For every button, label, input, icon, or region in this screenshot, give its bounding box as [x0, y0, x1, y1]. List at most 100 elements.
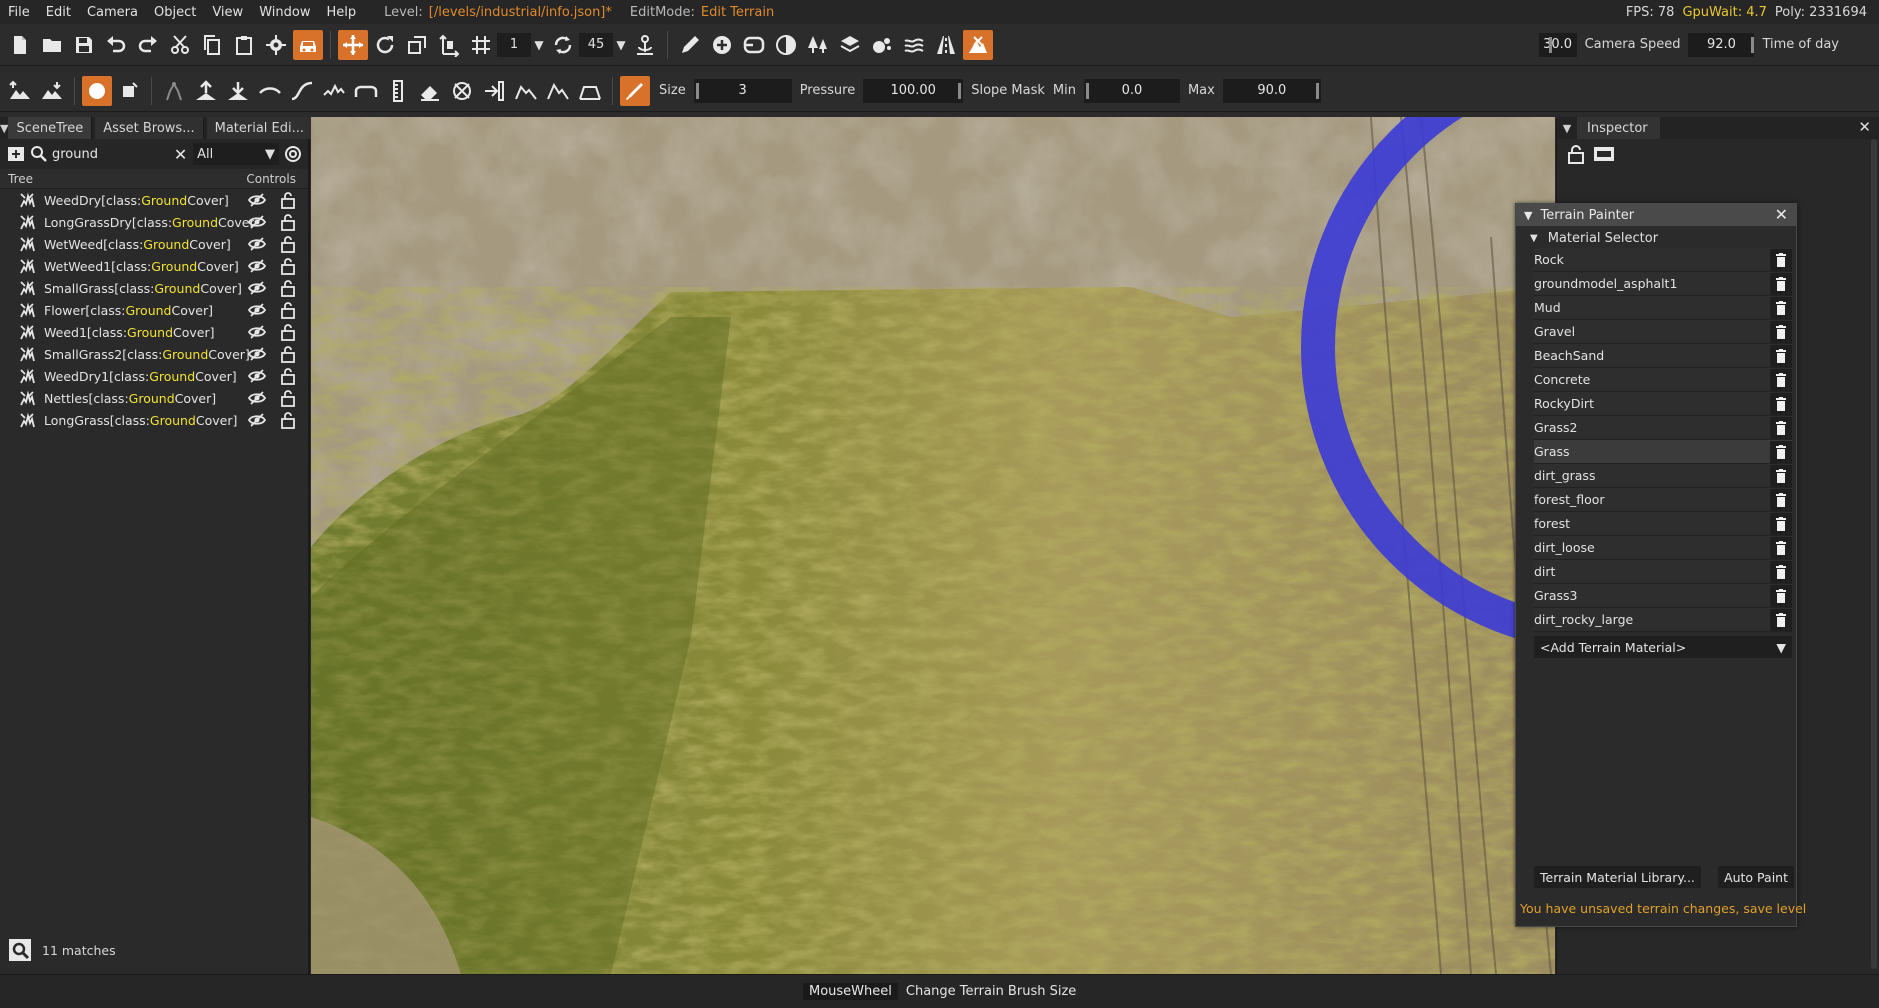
road-tool-button[interactable]	[739, 30, 769, 60]
tree-row[interactable]: WetWeed1 [class: Ground Cover]	[0, 255, 308, 277]
save-button[interactable]	[69, 30, 99, 60]
add-object-button[interactable]	[707, 30, 737, 60]
delete-material-button[interactable]	[1770, 320, 1792, 343]
cut-button[interactable]	[165, 30, 195, 60]
tree-row[interactable]: WeedDry1 [class: Ground Cover]	[0, 365, 308, 387]
material-row[interactable]: Grass3	[1534, 584, 1792, 608]
undo-button[interactable]	[101, 30, 131, 60]
material-row[interactable]: dirt_loose	[1534, 536, 1792, 560]
tree-row[interactable]: LongGrassDry [class: Ground Cover	[0, 211, 308, 233]
add-terrain-material-select[interactable]: <Add Terrain Material> ▼	[1534, 636, 1792, 658]
terrain-painter-titlebar[interactable]: ▼ Terrain Painter ✕	[1516, 204, 1796, 226]
add-group-button[interactable]	[6, 144, 25, 164]
thermal-button[interactable]	[575, 76, 605, 106]
lock-icon[interactable]	[280, 301, 296, 319]
eye-slash-icon[interactable]	[248, 213, 266, 231]
material-row[interactable]: Rock	[1534, 248, 1792, 272]
delete-material-button[interactable]	[1770, 392, 1792, 415]
delete-material-button[interactable]	[1770, 440, 1792, 463]
angle-dropdown[interactable]: ▼	[613, 33, 629, 57]
menu-object[interactable]: Object	[146, 5, 204, 20]
material-row[interactable]: Concrete	[1534, 368, 1792, 392]
noise-button[interactable]	[319, 76, 349, 106]
lock-icon[interactable]	[280, 323, 296, 341]
erode-button[interactable]	[511, 76, 541, 106]
square-brush-button[interactable]	[114, 76, 144, 106]
lock-icon[interactable]	[280, 213, 296, 231]
material-row[interactable]: groundmodel_asphalt1	[1534, 272, 1792, 296]
new-file-button[interactable]	[5, 30, 35, 60]
tab-material-editor[interactable]: Material Edi...	[206, 117, 314, 139]
vehicle-button[interactable]	[293, 29, 323, 60]
paint-material-button[interactable]	[447, 76, 477, 106]
tree-row[interactable]: SmallGrass2 [class: Ground Cover]	[0, 343, 308, 365]
delete-material-button[interactable]	[1770, 560, 1792, 583]
max-field[interactable]: 90.0	[1222, 78, 1321, 103]
menu-camera[interactable]: Camera	[79, 5, 146, 20]
grid-snap-button[interactable]	[466, 30, 496, 60]
material-row[interactable]: dirt_rocky_large	[1534, 608, 1792, 632]
close-inspector-button[interactable]: ✕	[1858, 118, 1871, 136]
copy-button[interactable]	[197, 30, 227, 60]
clear-search-button[interactable]: ✕	[172, 145, 189, 164]
lock-icon[interactable]	[280, 389, 296, 407]
menu-help[interactable]: Help	[318, 5, 364, 20]
menu-edit[interactable]: Edit	[38, 5, 79, 20]
eye-slash-icon[interactable]	[248, 345, 266, 363]
lock-icon[interactable]	[280, 235, 296, 253]
radar-button[interactable]	[283, 144, 302, 164]
delete-material-button[interactable]	[1770, 512, 1792, 535]
lock-icon[interactable]	[280, 191, 296, 209]
drop-to-ground-button[interactable]	[630, 30, 660, 60]
material-row[interactable]: Grass	[1534, 440, 1792, 464]
rotate-gizmo-button[interactable]	[370, 30, 400, 60]
time-of-day-field[interactable]: 92.0	[1688, 32, 1755, 57]
lower-tool-button[interactable]	[37, 76, 67, 106]
material-row[interactable]: BeachSand	[1534, 344, 1792, 368]
erode2-button[interactable]	[543, 76, 573, 106]
tab-asset-browser[interactable]: Asset Brows...	[95, 117, 204, 139]
eye-slash-icon[interactable]	[248, 301, 266, 319]
material-row[interactable]: Mud	[1534, 296, 1792, 320]
forest-tool-button[interactable]	[803, 30, 833, 60]
material-row[interactable]: dirt_grass	[1534, 464, 1792, 488]
clear-terrain-button[interactable]	[415, 76, 445, 106]
terrain-tool-button[interactable]	[771, 30, 801, 60]
tree-row[interactable]: Nettles [class: Ground Cover]	[0, 387, 308, 409]
delete-material-button[interactable]	[1770, 584, 1792, 607]
delete-material-button[interactable]	[1770, 536, 1792, 559]
inspector-collapse-button[interactable]: ▼	[1557, 122, 1577, 135]
delete-material-button[interactable]	[1770, 488, 1792, 511]
camera-speed-field[interactable]: 30.0	[1538, 32, 1577, 57]
size-field[interactable]: 3	[693, 78, 792, 103]
eye-slash-icon[interactable]	[248, 279, 266, 297]
search-input[interactable]	[52, 143, 168, 165]
tab-inspector[interactable]: Inspector	[1577, 117, 1660, 139]
material-row[interactable]: dirt	[1534, 560, 1792, 584]
3d-viewport[interactable]	[311, 117, 1555, 974]
tree-row[interactable]: LongGrass [class: Ground Cover]	[0, 409, 308, 431]
paste-button[interactable]	[229, 30, 259, 60]
tab-scenetree[interactable]: SceneTree	[8, 117, 93, 139]
material-row[interactable]: Gravel	[1534, 320, 1792, 344]
open-folder-button[interactable]	[37, 30, 67, 60]
delete-material-button[interactable]	[1770, 416, 1792, 439]
new-window-icon[interactable]	[1593, 145, 1615, 163]
eye-slash-icon[interactable]	[248, 367, 266, 385]
layers-tool-button[interactable]	[835, 30, 865, 60]
auto-paint-button[interactable]: Auto Paint	[1718, 866, 1794, 888]
menu-window[interactable]: Window	[251, 5, 318, 20]
river-tool-button[interactable]	[899, 30, 929, 60]
translate-gizmo-button[interactable]	[338, 29, 368, 60]
delete-material-button[interactable]	[1770, 272, 1792, 295]
select-tool-button[interactable]	[159, 76, 189, 106]
settings-button[interactable]	[261, 30, 291, 60]
menu-view[interactable]: View	[204, 5, 251, 20]
eye-slash-icon[interactable]	[248, 323, 266, 341]
lock-icon[interactable]	[280, 367, 296, 385]
rotation-snap-button[interactable]	[548, 30, 578, 60]
adjust-height-button[interactable]	[479, 76, 509, 106]
pencil-tool-button[interactable]	[675, 30, 705, 60]
eye-slash-icon[interactable]	[248, 411, 266, 429]
delete-material-button[interactable]	[1770, 248, 1792, 271]
